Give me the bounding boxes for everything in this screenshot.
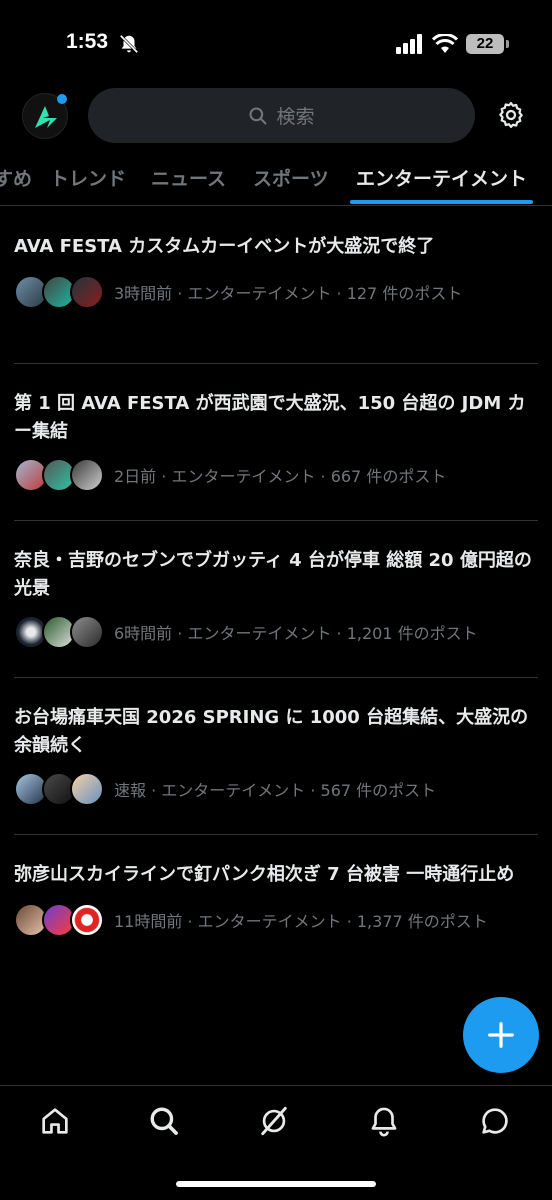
- trend-meta-text: 速報 · エンターテイメント · 567 件のポスト: [114, 781, 437, 800]
- explore-tabs: すめ トレンド ニュース スポーツ エンターテイメント: [0, 146, 552, 206]
- home-icon[interactable]: [38, 1104, 72, 1138]
- tab-entertainment[interactable]: エンターテイメント: [356, 164, 527, 191]
- trend-item[interactable]: お台場痛車天国 2026 SPRING に 1000 台超集結、大盛況の余韻続く…: [14, 678, 538, 835]
- trend-meta: 2日前 · エンターテイメント · 667 件のポスト: [14, 458, 446, 492]
- gear-icon[interactable]: [496, 100, 526, 130]
- trend-title: 奈良・吉野のセブンでブガッティ 4 台が停車 総額 20 億円超の光景: [14, 550, 532, 599]
- search-placeholder: 検索: [276, 106, 315, 128]
- notifications-icon[interactable]: [367, 1104, 401, 1138]
- trend-meta: 3時間前 · エンターテイメント · 127 件のポスト: [14, 275, 462, 309]
- bell-off-icon: [119, 34, 139, 54]
- trend-meta: 6時間前 · エンターテイメント · 1,201 件のポスト: [14, 615, 478, 649]
- trend-item[interactable]: 弥彦山スカイラインで釘パンク相次ぎ 7 台被害 一時通行止め 11時間前 · エ…: [14, 835, 538, 992]
- avatar-stack: [14, 458, 104, 492]
- trend-title: AVA FESTA カスタムカーイベントが大盛況で終了: [14, 236, 435, 257]
- wifi-icon: [432, 34, 458, 53]
- trend-title: 弥彦山スカイラインで釘パンク相次ぎ 7 台被害 一時通行止め: [14, 864, 515, 885]
- home-indicator: [176, 1181, 376, 1187]
- avatar: [70, 458, 104, 492]
- grok-icon[interactable]: [257, 1104, 291, 1138]
- battery-indicator: 22: [466, 34, 504, 54]
- plus-icon: [488, 1022, 514, 1048]
- trend-meta-text: 6時間前 · エンターテイメント · 1,201 件のポスト: [114, 624, 478, 643]
- trend-title: お台場痛車天国 2026 SPRING に 1000 台超集結、大盛況の余韻続く: [14, 707, 529, 756]
- avatar-stack: [14, 615, 104, 649]
- tab-for-you[interactable]: すめ: [0, 164, 32, 191]
- avatar: [70, 275, 104, 309]
- trend-meta: 速報 · エンターテイメント · 567 件のポスト: [14, 772, 436, 806]
- notification-dot: [57, 94, 67, 104]
- tab-news[interactable]: ニュース: [151, 164, 226, 191]
- battery-tip: [506, 40, 509, 48]
- messages-icon[interactable]: [478, 1104, 512, 1138]
- tab-trending[interactable]: トレンド: [50, 164, 126, 191]
- avatar: [70, 772, 104, 806]
- search-bar[interactable]: 検索: [88, 88, 475, 143]
- status-time: 1:53: [66, 30, 109, 53]
- avatar-stack: [14, 772, 104, 806]
- compose-button[interactable]: [463, 997, 539, 1073]
- search-icon: [249, 106, 268, 125]
- active-tab-indicator: [350, 200, 533, 204]
- trend-feed: AVA FESTA カスタムカーイベントが大盛況で終了 3時間前 · エンターテ…: [0, 207, 552, 992]
- status-bar: 1:53 22: [0, 0, 552, 90]
- trend-item[interactable]: 奈良・吉野のセブンでブガッティ 4 台が停車 総額 20 億円超の光景 6時間前…: [14, 521, 538, 678]
- app-logo[interactable]: [22, 93, 68, 139]
- signal-icon: [396, 34, 422, 54]
- avatar-stack: [14, 903, 104, 937]
- trend-meta-text: 2日前 · エンターテイメント · 667 件のポスト: [114, 467, 447, 486]
- trend-item[interactable]: AVA FESTA カスタムカーイベントが大盛況で終了 3時間前 · エンターテ…: [14, 207, 538, 364]
- search-icon[interactable]: [147, 1104, 181, 1138]
- trend-meta: 11時間前 · エンターテイメント · 1,377 件のポスト: [14, 903, 488, 937]
- avatar: [70, 903, 104, 937]
- avatar: [70, 615, 104, 649]
- tab-sports[interactable]: スポーツ: [253, 164, 329, 191]
- avatar-stack: [14, 275, 104, 309]
- trend-item[interactable]: 第 1 回 AVA FESTA が西武園で大盛況、150 台超の JDM カー集…: [14, 364, 538, 521]
- trend-meta-text: 11時間前 · エンターテイメント · 1,377 件のポスト: [114, 912, 488, 931]
- trend-title: 第 1 回 AVA FESTA が西武園で大盛況、150 台超の JDM カー集…: [14, 393, 526, 442]
- trend-meta-text: 3時間前 · エンターテイメント · 127 件のポスト: [114, 284, 463, 303]
- header: 検索: [0, 88, 552, 144]
